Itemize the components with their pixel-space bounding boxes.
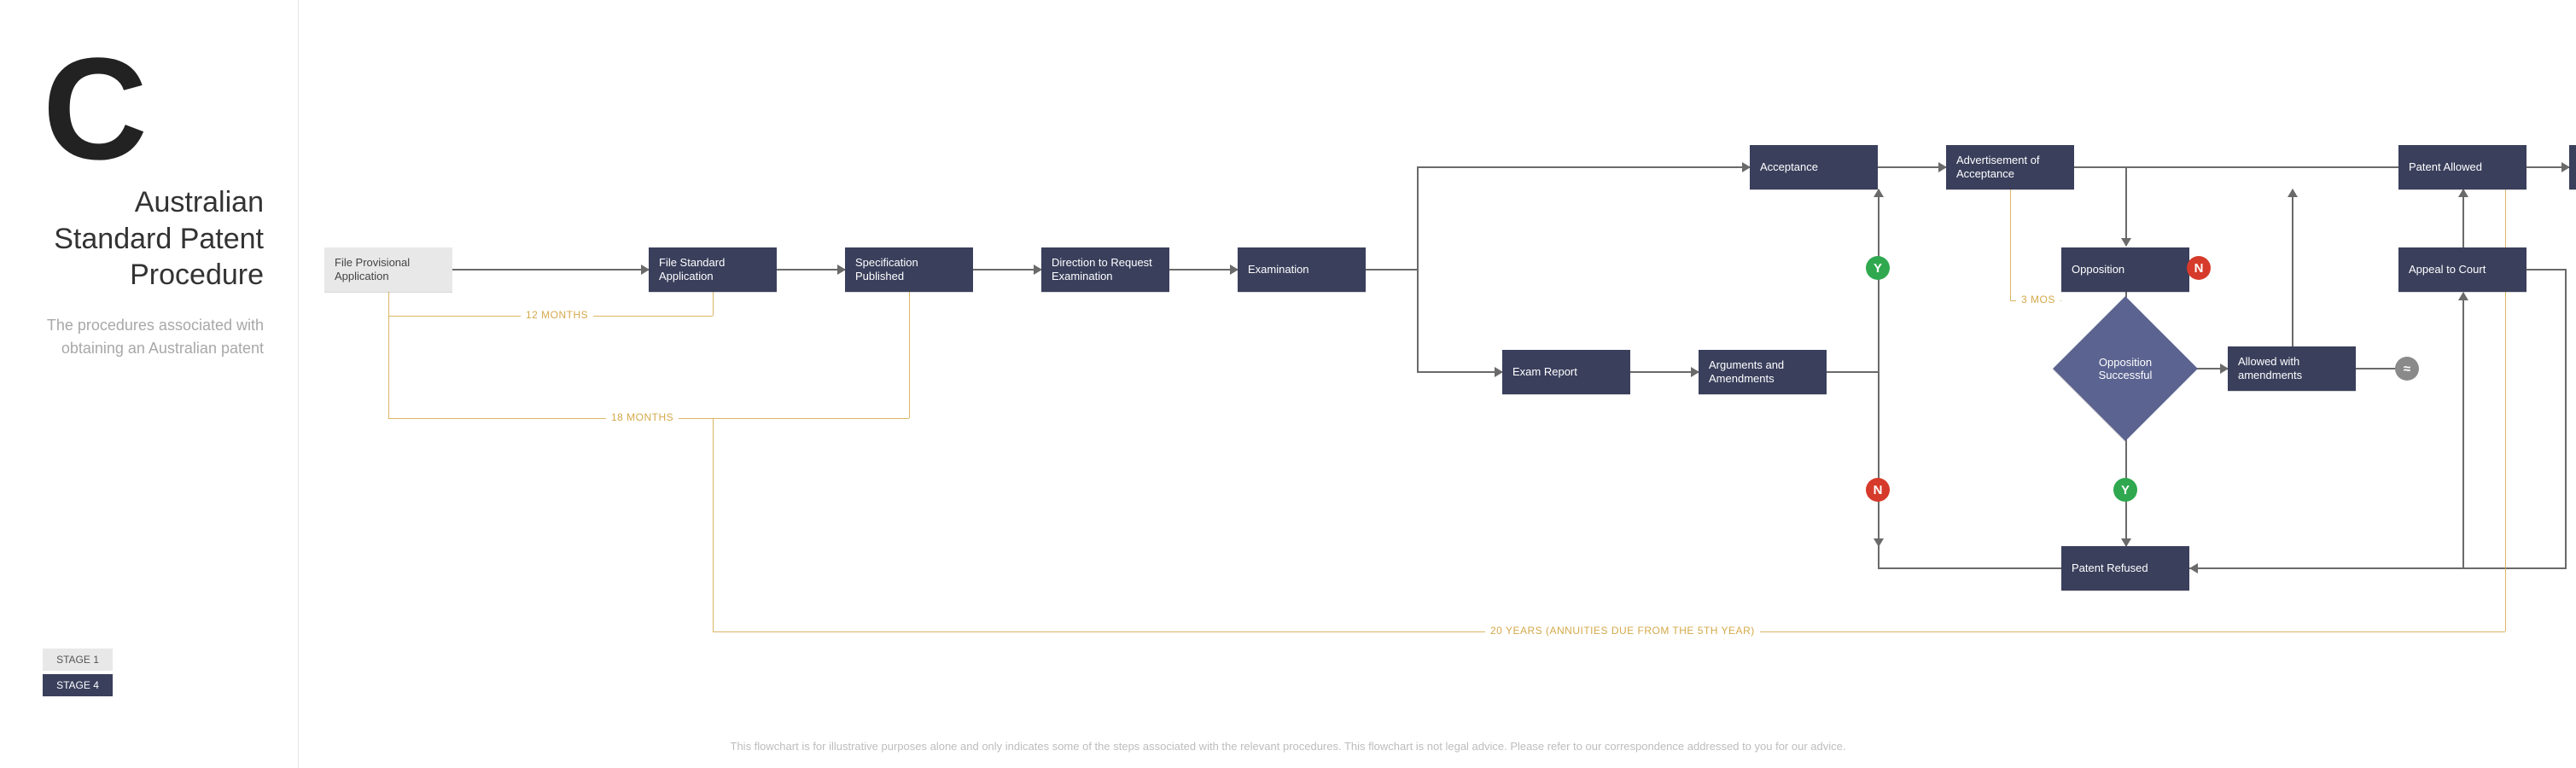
timeline (713, 418, 714, 631)
connector (1878, 567, 2061, 569)
connector (2125, 167, 2127, 246)
node-patent-refused: Patent Refused (2061, 546, 2189, 591)
connector (2292, 189, 2293, 346)
timeline (713, 292, 714, 316)
connector (1878, 546, 1880, 569)
node-opposition-successful: Opposition Successful (2053, 296, 2198, 441)
timeline (909, 292, 910, 418)
connector (1878, 166, 1946, 168)
badge-tilde: ≈ (2395, 357, 2419, 381)
timeline-label-3: 3 MOS (2016, 294, 2060, 305)
timeline-label-12: 12 MONTHS (521, 309, 593, 321)
page-title: Australian Standard Patent Procedure (43, 184, 264, 294)
node-examination: Examination (1238, 247, 1366, 292)
connector (2565, 269, 2567, 569)
connector (2462, 293, 2464, 569)
node-opposition: Opposition (2061, 247, 2189, 292)
legend-stage4: STAGE 4 (43, 674, 113, 696)
timeline (2010, 189, 2011, 300)
disclaimer: This flowchart is for illustrative purpo… (0, 740, 2576, 753)
badge-yes-opposition: Y (2113, 478, 2137, 502)
connector (1417, 167, 1419, 372)
badge-no-opposition: N (2187, 256, 2211, 280)
legend-stage1: STAGE 1 (43, 649, 113, 671)
connector (2462, 189, 2464, 247)
node-advertisement: Advertisement of Acceptance (1946, 145, 2074, 189)
connector (1827, 371, 1878, 373)
node-patent-allowed: Patent Allowed (2398, 145, 2526, 189)
connector (2190, 567, 2565, 569)
node-acceptance: Acceptance (1750, 145, 1878, 189)
connector (1417, 166, 1750, 168)
node-exam-report: Exam Report (1502, 350, 1630, 394)
node-file-provisional: File Provisional Application (324, 247, 452, 292)
connector (452, 269, 649, 271)
connector (1878, 372, 1880, 546)
connector (1417, 371, 1502, 373)
timeline (388, 316, 389, 418)
connector (1630, 371, 1699, 373)
legend: STAGE 1 STAGE 4 (43, 645, 113, 700)
node-file-standard: File Standard Application (649, 247, 777, 292)
node-arguments: Arguments and Amendments (1699, 350, 1827, 394)
timeline-label-18: 18 MONTHS (606, 411, 679, 423)
node-allowed-amendments: Allowed with amendments (2228, 346, 2356, 391)
connector (1878, 189, 1880, 372)
node-appeal: Appeal to Court (2398, 247, 2526, 292)
connector (973, 269, 1041, 271)
node-spec-published: Specification Published (845, 247, 973, 292)
logo-letter: C (43, 51, 264, 167)
timeline (388, 292, 389, 316)
flowchart-canvas: 12 MONTHS 18 MONTHS 3 MOS 20 YEARS (ANNU… (299, 0, 2576, 768)
connector (1169, 269, 1238, 271)
badge-no-refused: N (1866, 478, 1890, 502)
connector (1366, 269, 1417, 271)
page-subtitle: The procedures associated with obtaining… (43, 314, 264, 360)
node-patent-expires: Patent Expires (2569, 145, 2576, 189)
sidebar: C Australian Standard Patent Procedure T… (0, 0, 299, 768)
node-direction: Direction to Request Examination (1041, 247, 1169, 292)
connector (2526, 166, 2569, 168)
timeline-label-20: 20 YEARS (ANNUITIES DUE FROM THE 5TH YEA… (1485, 625, 1760, 637)
connector (777, 269, 845, 271)
connector (2526, 269, 2565, 271)
badge-yes-acceptance: Y (1866, 256, 1890, 280)
